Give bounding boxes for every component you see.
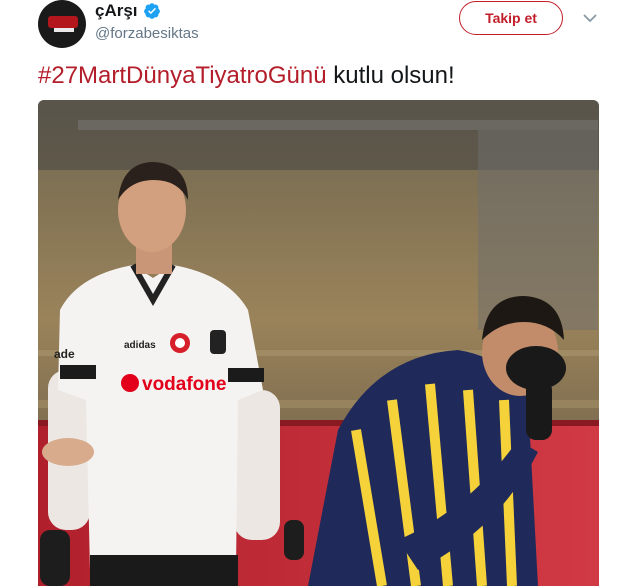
user-handle[interactable]: @forzabesiktas (95, 25, 199, 42)
verified-badge-icon (143, 3, 160, 19)
avatar[interactable] (38, 0, 86, 48)
chevron-down-icon[interactable] (582, 10, 598, 26)
tweet-card: çArşı @forzabesiktas Takip et #27MartDün… (0, 0, 632, 586)
tweet-header: çArşı @forzabesiktas Takip et (38, 0, 608, 52)
jersey-sponsor-text: vodafone (142, 374, 226, 395)
hashtag-link[interactable]: #27MartDünyaTiyatroGünü (38, 62, 327, 89)
tweet-text: #27MartDünyaTiyatroGünü kutlu olsun! (38, 60, 608, 92)
sleeve-text: ade (54, 347, 75, 361)
follow-button[interactable]: Takip et (459, 1, 563, 35)
display-name[interactable]: çArşı (95, 1, 138, 21)
tweet-media-photo[interactable]: vodafone adidas ade (38, 100, 599, 586)
name-row: çArşı (95, 1, 161, 21)
jersey-brand-text: adidas (124, 340, 156, 351)
tweet-text-rest: kutlu olsun! (326, 62, 455, 89)
avatar-logo-mark (48, 16, 78, 28)
avatar-logo-bar (54, 28, 74, 32)
football-players-photo: vodafone adidas ade (38, 100, 599, 586)
